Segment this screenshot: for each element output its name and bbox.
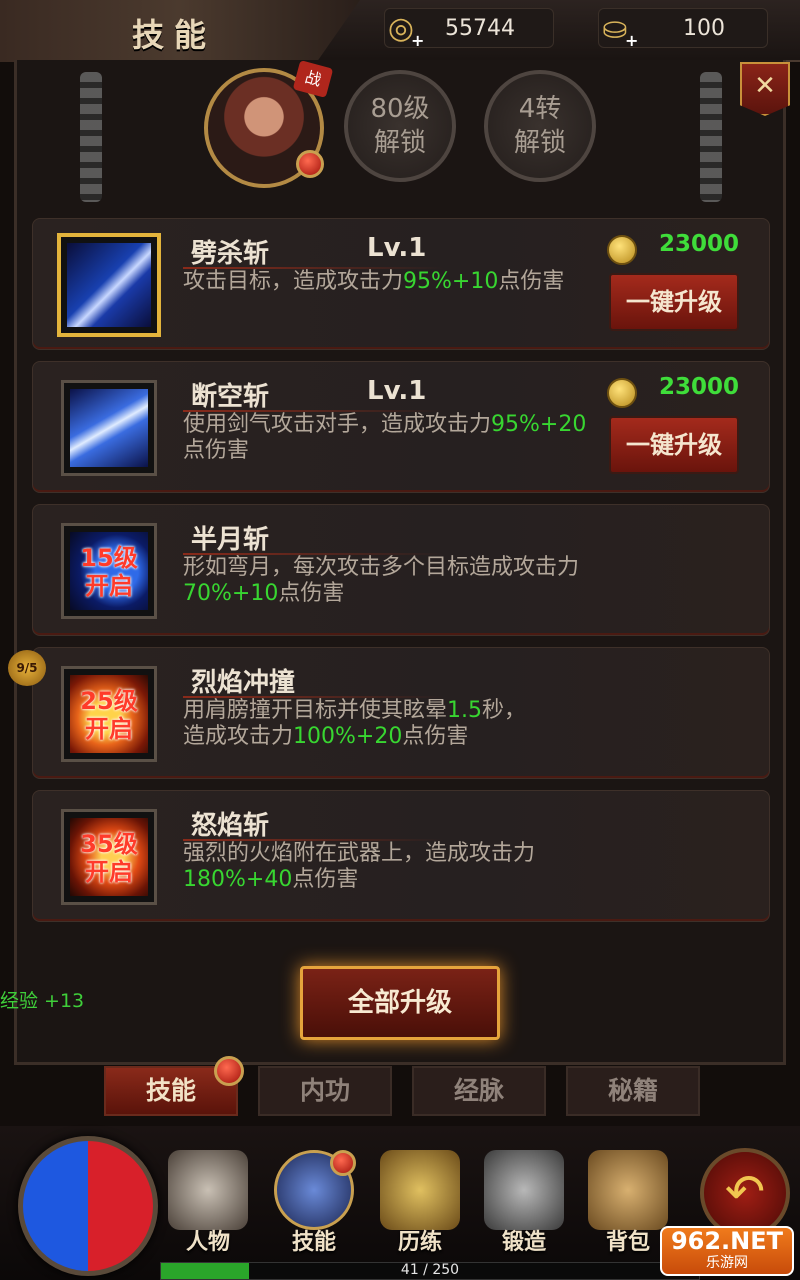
skill-icon-5[interactable]: 35级 开启 xyxy=(61,809,157,905)
unlock-level-label: 15级 开启 xyxy=(80,544,138,600)
skill-card-3[interactable]: 15级 开启 半月斩 形如弯月，每次攻击多个目标造成攻击力70%+10点伤害 xyxy=(32,504,770,636)
skill-description: 强烈的火焰附在武器上，造成攻击力 180%+40点伤害 xyxy=(183,841,536,892)
locked-slot-level[interactable]: 80级 解锁 xyxy=(344,70,456,182)
close-button[interactable]: ✕ xyxy=(740,62,790,116)
lock-slot-1-line1: 80级 xyxy=(370,94,430,124)
upgrade-all-button[interactable]: 全部升级 xyxy=(300,966,500,1040)
skill-name: 怒焰斩 xyxy=(191,811,270,841)
skill-name: 断空斩 xyxy=(191,382,270,412)
skill-card-2[interactable]: 断空斩 Lv.1 使用剑气攻击对手，造成攻击力95%+20点伤害 23000 一… xyxy=(32,361,770,493)
ingot-counter[interactable]: ⛀ + 100 xyxy=(598,8,768,50)
nav-label: 人物 xyxy=(185,1230,230,1255)
tab-meridians[interactable]: 经脉 xyxy=(412,1066,546,1116)
return-arrow-icon: ↶ xyxy=(724,1164,766,1220)
exp-gain-text: 经验 +13 xyxy=(0,990,85,1012)
nav-skills[interactable]: 技能 xyxy=(266,1150,362,1260)
experience-text: 41 / 250 xyxy=(400,1262,460,1278)
armor-icon xyxy=(380,1150,460,1230)
nav-character[interactable]: 人物 xyxy=(160,1150,256,1260)
upgrade-cost: 23000 xyxy=(659,231,740,257)
nav-forge[interactable]: 锻造 xyxy=(476,1150,572,1260)
page-title: 技能 xyxy=(132,16,217,54)
backpack-icon xyxy=(588,1150,668,1230)
skill-icon-4[interactable]: 25级 开启 xyxy=(61,666,157,762)
lock-slot-1-line2: 解锁 xyxy=(373,128,426,158)
coin-counter[interactable]: ◎ + 55744 xyxy=(384,8,554,50)
hp-mp-orb xyxy=(18,1136,158,1276)
nav-label: 技能 xyxy=(291,1230,336,1255)
locked-slot-rebirth[interactable]: 4转 解锁 xyxy=(484,70,596,182)
right-chain-decoration xyxy=(700,72,722,202)
skill-icon-3[interactable]: 15级 开启 xyxy=(61,523,157,619)
tab-secret-manuals[interactable]: 秘籍 xyxy=(566,1066,700,1116)
skill-description: 攻击目标，造成攻击力95%+10点伤害 xyxy=(183,269,565,294)
notification-dot xyxy=(214,1056,244,1086)
skill-name: 烈焰冲撞 xyxy=(191,668,296,698)
one-click-upgrade-button[interactable]: 一键升级 xyxy=(609,416,739,474)
add-ingots-icon[interactable]: + xyxy=(625,31,638,50)
lock-slot-2-line1: 4转 xyxy=(518,94,562,124)
header-bar: 技能 ◎ + 55744 ⛀ + 100 xyxy=(0,0,800,62)
ingot-amount: 100 xyxy=(683,16,725,41)
helmet-icon xyxy=(168,1150,248,1230)
left-chain-decoration xyxy=(80,72,102,202)
nav-label: 历练 xyxy=(397,1230,442,1255)
unlock-level-label: 35级 开启 xyxy=(80,830,138,886)
add-coins-icon[interactable]: + xyxy=(411,31,424,50)
skill-icon-2[interactable] xyxy=(61,380,157,476)
side-badge[interactable]: 9/5 xyxy=(8,650,46,686)
sword-qi-icon xyxy=(70,389,148,467)
tab-inner-power[interactable]: 内功 xyxy=(258,1066,392,1116)
experience-bar: 41 / 250 xyxy=(160,1262,700,1280)
notification-dot xyxy=(330,1150,356,1176)
skill-name: 劈杀斩 xyxy=(191,239,270,269)
skill-level: Lv.1 xyxy=(367,376,427,406)
skill-name: 半月斩 xyxy=(191,525,270,555)
skill-card-4[interactable]: 25级 开启 烈焰冲撞 用肩膀撞开目标并使其眩晕1.5秒， 造成攻击力100%+20… xyxy=(32,647,770,779)
tab-skills[interactable]: 技能 xyxy=(104,1056,244,1116)
skill-description: 形如弯月，每次攻击多个目标造成攻击力70%+10点伤害 xyxy=(183,555,580,606)
one-click-upgrade-button[interactable]: 一键升级 xyxy=(609,273,739,331)
upgrade-cost: 23000 xyxy=(659,374,740,400)
anvil-icon xyxy=(484,1150,564,1230)
coin-icon xyxy=(607,235,637,265)
skill-card-5[interactable]: 35级 开启 怒焰斩 强烈的火焰附在武器上，造成攻击力 180%+40点伤害 xyxy=(32,790,770,922)
skill-icon-1[interactable] xyxy=(57,233,161,337)
notification-dot xyxy=(296,150,324,178)
unlock-level-label: 25级 开启 xyxy=(80,687,138,743)
sword-icon xyxy=(67,243,151,327)
coin-amount: 55744 xyxy=(445,16,515,41)
skill-level: Lv.1 xyxy=(367,233,427,263)
skill-description: 使用剑气攻击对手，造成攻击力95%+20点伤害 xyxy=(183,412,587,463)
coin-icon xyxy=(607,378,637,408)
nav-training[interactable]: 历练 xyxy=(372,1150,468,1260)
nav-label: 锻造 xyxy=(501,1230,546,1255)
lock-slot-2-line2: 解锁 xyxy=(513,128,566,158)
skill-description: 用肩膀撞开目标并使其眩晕1.5秒， 造成攻击力100%+20点伤害 xyxy=(183,698,527,749)
skill-card-1[interactable]: 劈杀斩 Lv.1 攻击目标，造成攻击力95%+10点伤害 23000 一键升级 xyxy=(32,218,770,350)
character-avatar[interactable]: 战 xyxy=(204,60,334,188)
watermark-logo: 962.NET 乐游网 xyxy=(660,1226,794,1276)
